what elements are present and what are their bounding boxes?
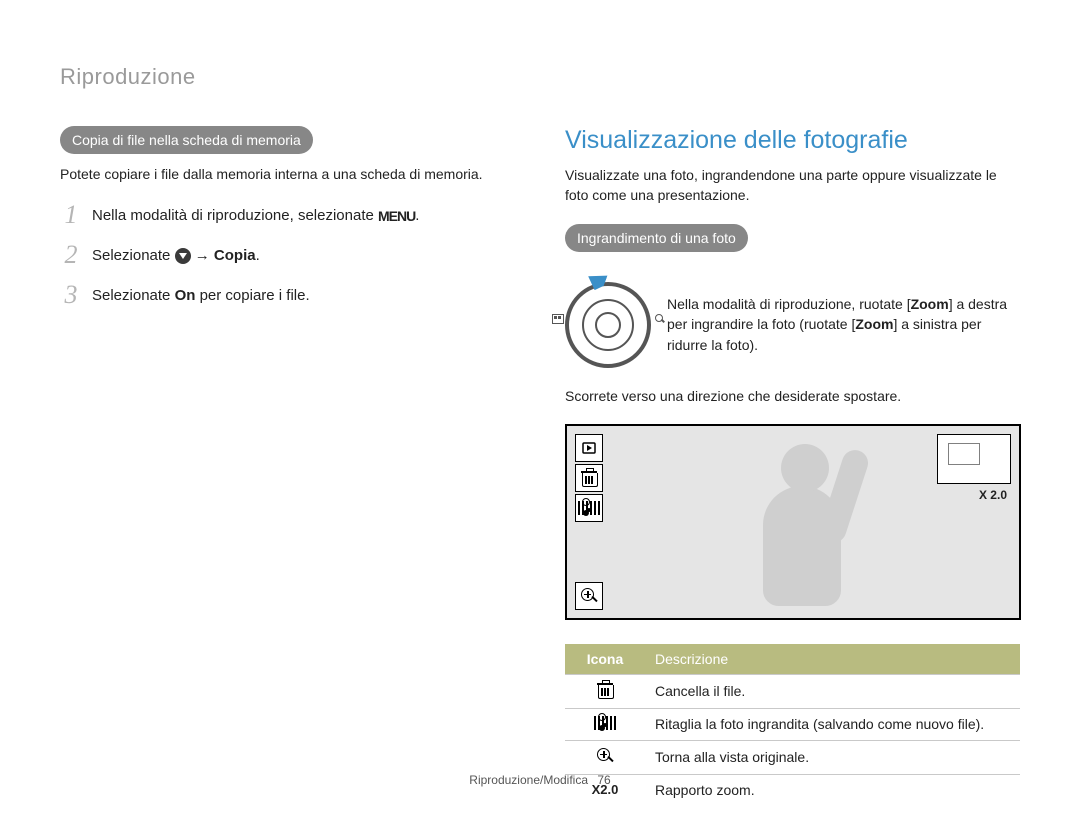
trash-icon [598,682,612,698]
right-intro: Visualizzate una foto, ingrandendone una… [565,165,1020,206]
step-body: Selezionate On per copiare i file. [92,282,310,308]
step-1: 1 Nella modalità di riproduzione, selezi… [60,202,515,228]
pill-copy-files: Copia di file nella scheda di memoria [60,126,313,154]
magnifier-icon [655,314,665,324]
step-text: Selezionate [92,247,175,264]
crop-icon [575,494,603,522]
step-number: 2 [60,242,82,268]
step-text: → [195,247,214,264]
text-bold: Zoom [855,316,893,332]
cell-icon [565,674,645,708]
menu-icon: MENU [378,206,415,227]
play-icon [575,434,603,462]
th-icon: Icona [565,644,645,675]
trash-icon [575,464,603,492]
step-text: per copiare i file. [195,287,309,304]
footer-path: Riproduzione/Modifica [469,773,588,787]
step-text: . [415,207,419,224]
camera-screen: X 2.0 [565,424,1021,620]
table-row: Torna alla vista originale. [565,740,1020,774]
left-column: Copia di file nella scheda di memoria Po… [60,126,515,805]
th-desc: Descrizione [645,644,1020,675]
right-heading: Visualizzazione delle fotografie [565,126,1020,155]
cell-desc: Torna alla vista originale. [645,740,1020,774]
step-2: 2 Selezionate → Copia. [60,242,515,268]
zoom-reset-icon [575,582,603,610]
step-bold: Copia [214,247,256,264]
zoom-row: Nella modalità di riproduzione, ruotate … [565,282,1020,368]
thumbnails-icon [552,314,564,324]
text-bold: Zoom [911,296,949,312]
step-number: 3 [60,282,82,308]
step-text: Nella modalità di riproduzione, selezion… [92,207,378,224]
zoom-reset-icon [597,748,613,764]
table-header: Icona Descrizione [565,644,1020,675]
cell-desc: Ritaglia la foto ingrandita (salvando co… [645,708,1020,740]
pill-zoom: Ingrandimento di una foto [565,224,748,252]
cell-icon [565,708,645,740]
zoom-dial [565,282,651,368]
steps-list: 1 Nella modalità di riproduzione, selezi… [60,202,515,308]
zoom-instruction: Nella modalità di riproduzione, ruotate … [667,294,1020,355]
table-row: Ritaglia la foto ingrandita (salvando co… [565,708,1020,740]
footer: Riproduzione/Modifica 76 [0,773,1080,787]
step-bold: On [175,287,196,304]
section-title: Riproduzione [60,64,1020,90]
left-intro: Potete copiare i file dalla memoria inte… [60,164,515,184]
cell-desc: Cancella il file. [645,674,1020,708]
page: Riproduzione Copia di file nella scheda … [0,0,1080,815]
step-text: Selezionate [92,287,175,304]
step-3: 3 Selezionate On per copiare i file. [60,282,515,308]
zoom-label: X 2.0 [979,488,1007,502]
dropdown-icon [175,248,191,264]
columns: Copia di file nella scheda di memoria Po… [60,126,1020,805]
text: Nella modalità di riproduzione, ruotate … [667,296,911,312]
nav-map [937,434,1011,484]
scroll-instruction: Scorrete verso una direzione che desider… [565,386,1020,406]
photo-subject [717,438,887,618]
step-body: Selezionate → Copia. [92,242,260,268]
crop-icon [594,716,616,730]
cell-icon [565,740,645,774]
page-number: 76 [597,773,610,787]
right-column: Visualizzazione delle fotografie Visuali… [565,126,1020,805]
dial-icon [565,282,651,368]
step-body: Nella modalità di riproduzione, selezion… [92,202,419,228]
table-row: Cancella il file. [565,674,1020,708]
step-text: . [256,247,260,264]
step-number: 1 [60,202,82,228]
